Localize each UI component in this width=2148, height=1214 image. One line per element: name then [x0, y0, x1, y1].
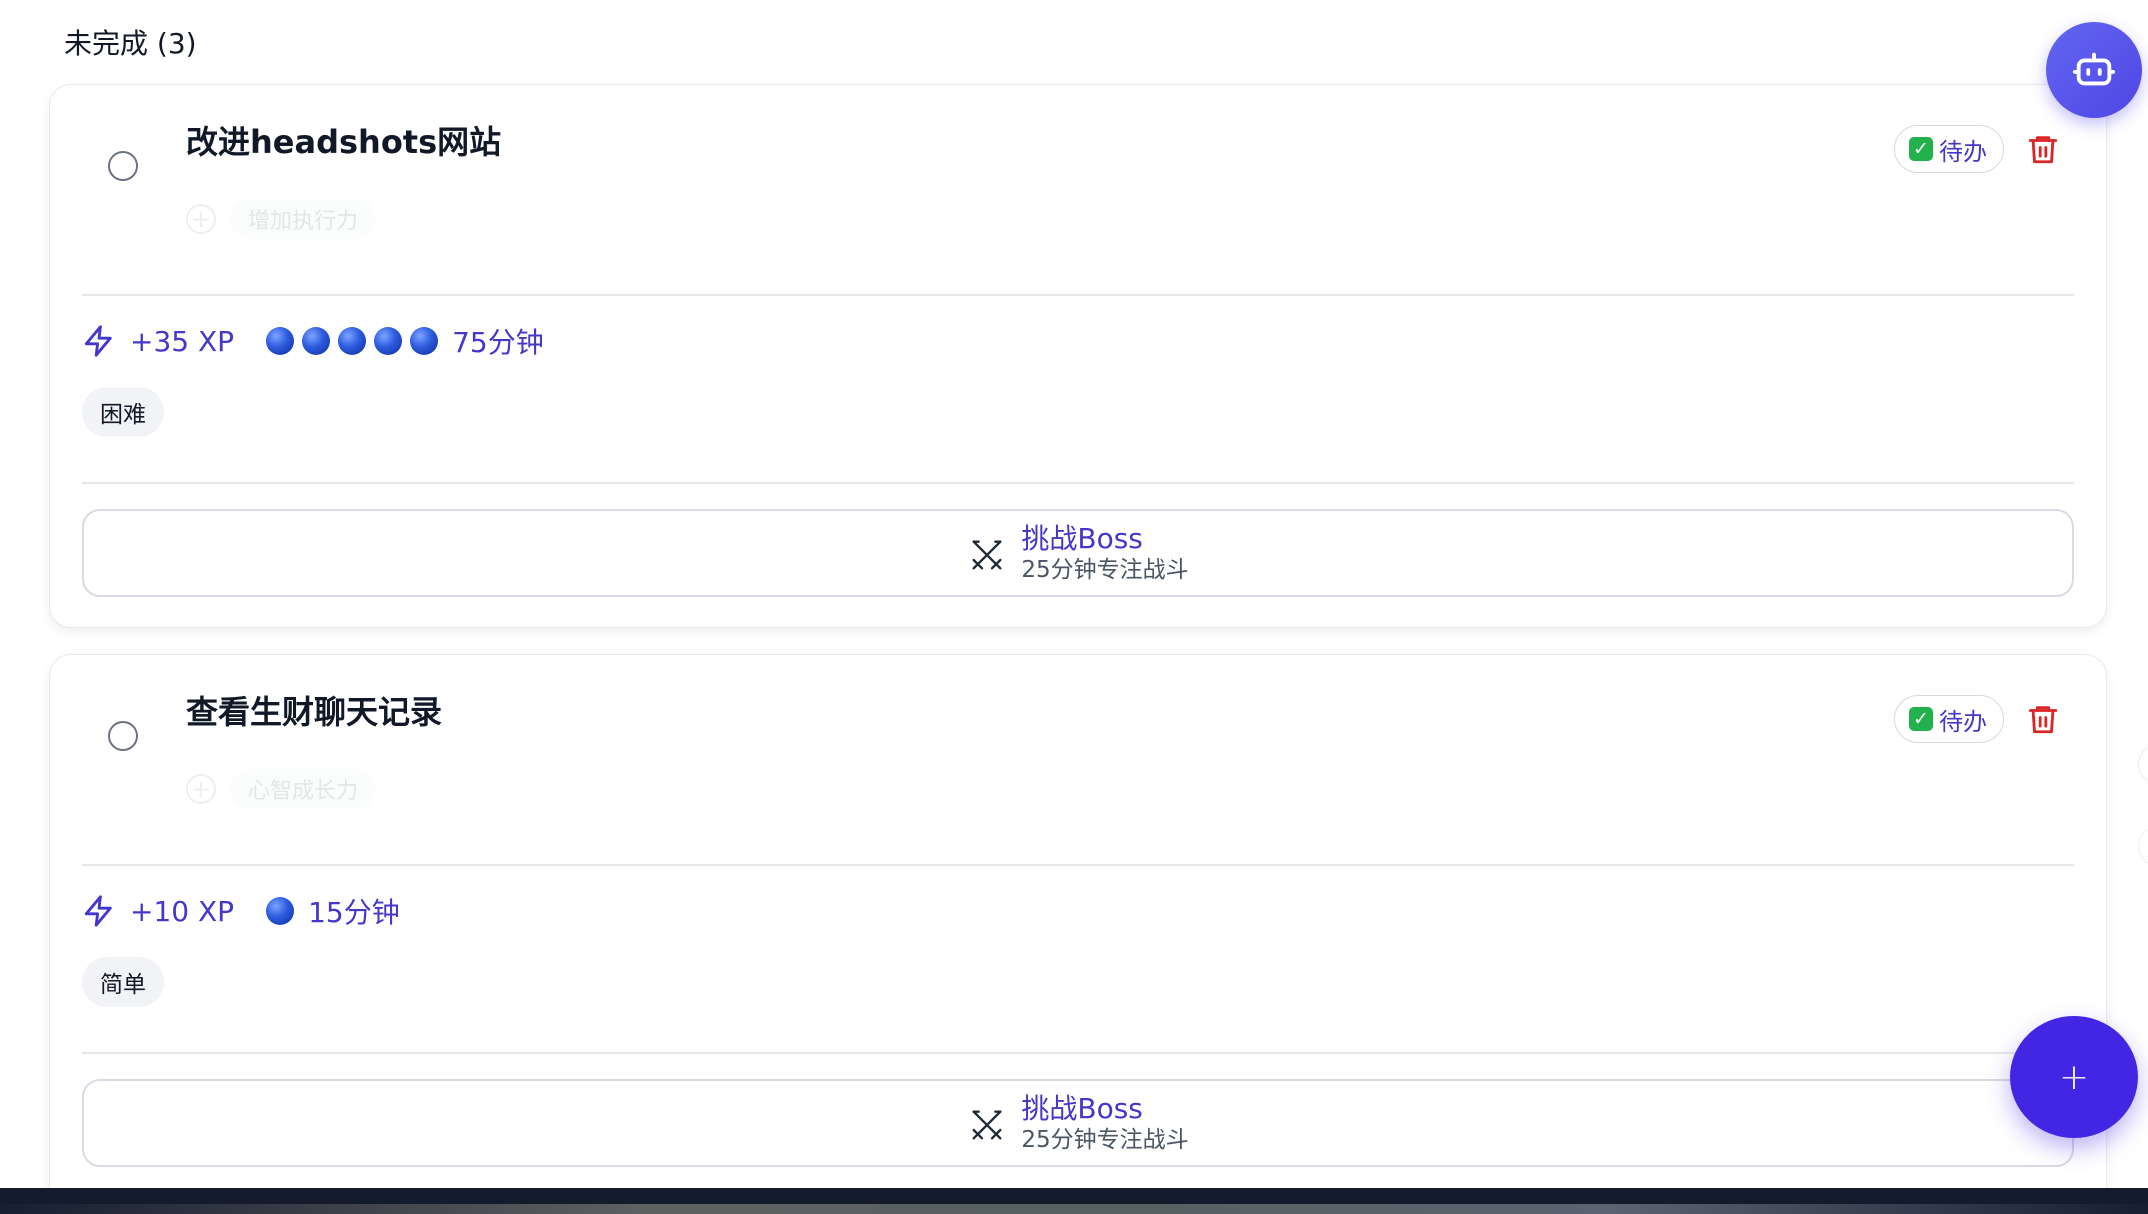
xp-reward: +10 XP — [130, 894, 235, 928]
challenge-boss-button[interactable]: 挑战Boss 25分钟专注战斗 — [82, 1079, 2074, 1167]
duration-label: 75分钟 — [452, 326, 544, 359]
blue-circle-icon — [302, 327, 331, 355]
task-title: 改进headshots网站 — [186, 123, 502, 161]
status-label: 待办 — [1939, 137, 1987, 166]
status-label: 待办 — [1939, 707, 1987, 736]
robot-icon — [2072, 52, 2116, 86]
bottom-bar — [0, 1188, 2148, 1214]
crossed-swords-icon — [972, 540, 1002, 570]
task-meta-row: +10 XP 15分钟 — [82, 891, 400, 931]
task-title: 查看生财聊天记录 — [186, 693, 443, 731]
task-meta-row: +35 XP 75分钟 — [82, 321, 544, 361]
edge-scroll-control[interactable] — [2138, 744, 2148, 784]
attribute-tag-row[interactable]: + 增加执行力 — [186, 199, 377, 239]
check-mark-icon: ✓ — [1909, 707, 1933, 731]
delete-trash-icon[interactable] — [2026, 131, 2060, 167]
attribute-tag-row[interactable]: + 心智成长力 — [186, 769, 377, 809]
add-attribute-icon[interactable]: + — [186, 774, 216, 804]
difficulty-badge: 困难 — [82, 387, 164, 437]
task-checkbox[interactable] — [108, 721, 138, 751]
blue-circle-icon — [410, 327, 439, 355]
task-card: 改进headshots网站 + 增加执行力 ✓ 待办 +35 XP 75分钟 困… — [49, 84, 2107, 628]
duration-label: 15分钟 — [308, 896, 400, 929]
plus-icon: + — [2058, 1056, 2090, 1098]
section-title: 未完成 (3) — [64, 27, 197, 60]
ai-assistant-button[interactable] — [2046, 22, 2142, 118]
divider — [82, 482, 2074, 484]
add-attribute-icon[interactable]: + — [186, 204, 216, 234]
attribute-tag[interactable]: 心智成长力 — [230, 769, 377, 809]
status-badge[interactable]: ✓ 待办 — [1894, 125, 2004, 173]
delete-trash-icon[interactable] — [2026, 701, 2060, 737]
blue-circle-icon — [266, 897, 295, 925]
add-task-button[interactable]: + — [2010, 1016, 2138, 1138]
challenge-boss-button[interactable]: 挑战Boss 25分钟专注战斗 — [82, 509, 2074, 597]
duration-indicator — [266, 327, 439, 355]
lightning-bolt-icon — [84, 895, 112, 927]
boss-subtitle: 25分钟专注战斗 — [1021, 557, 1189, 584]
task-list-page: 未完成 (3) 改进headshots网站 + 增加执行力 ✓ 待办 +35 X… — [0, 0, 2148, 1214]
blue-circle-icon — [266, 327, 295, 355]
crossed-swords-icon — [972, 1110, 1002, 1140]
boss-subtitle: 25分钟专注战斗 — [1021, 1127, 1189, 1154]
attribute-tag[interactable]: 增加执行力 — [230, 199, 377, 239]
divider — [82, 1052, 2074, 1054]
divider — [82, 864, 2074, 866]
check-mark-icon: ✓ — [1909, 137, 1933, 161]
difficulty-badge: 简单 — [82, 957, 164, 1007]
xp-reward: +35 XP — [130, 324, 235, 358]
blue-circle-icon — [374, 327, 403, 355]
blue-circle-icon — [338, 327, 367, 355]
task-card: 查看生财聊天记录 + 心智成长力 ✓ 待办 +10 XP 15分钟 简单 挑战B… — [49, 654, 2107, 1214]
status-badge[interactable]: ✓ 待办 — [1894, 695, 2004, 743]
divider — [82, 294, 2074, 296]
duration-indicator — [266, 897, 295, 925]
task-checkbox[interactable] — [108, 151, 138, 181]
lightning-bolt-icon — [84, 325, 112, 357]
boss-title: 挑战Boss — [1021, 1092, 1143, 1126]
edge-scroll-control[interactable] — [2138, 826, 2148, 866]
boss-title: 挑战Boss — [1021, 522, 1143, 556]
